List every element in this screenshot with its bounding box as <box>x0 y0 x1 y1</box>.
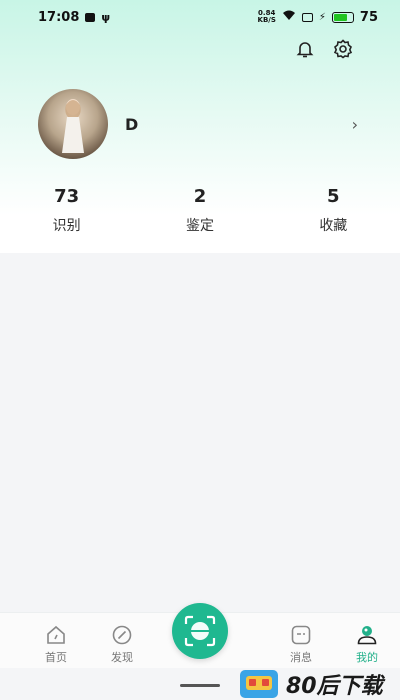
nav-home[interactable]: 首页 <box>23 613 89 668</box>
nav-label: 我的 <box>355 651 378 664</box>
compass-icon <box>112 625 132 645</box>
stat-label: 鉴定 <box>185 218 214 234</box>
nav-label: 消息 <box>290 651 313 664</box>
nav-discover[interactable]: 发现 <box>89 613 155 668</box>
status-left: 17:08 ψ <box>38 10 110 25</box>
watermark-text: 80后下载 <box>286 673 383 699</box>
stat-label: 识别 <box>52 218 81 234</box>
screen-icon <box>301 12 313 22</box>
status-right: 0.84 KB/S ⚡ 75 <box>258 10 378 25</box>
profile-row[interactable]: D › <box>38 89 358 159</box>
bell-icon[interactable] <box>294 38 316 60</box>
header-actions <box>294 38 354 60</box>
scan-button[interactable] <box>172 603 228 659</box>
chevron-right-icon[interactable]: › <box>352 115 358 134</box>
status-bar: 17:08 ψ 0.84 KB/S ⚡ 75 <box>0 0 400 34</box>
nav-label: 首页 <box>44 651 67 664</box>
battery-level: 75 <box>359 9 378 25</box>
stat-value: 73 <box>54 186 80 207</box>
battery-fill <box>333 13 348 21</box>
stat-favorites[interactable]: 5 收藏 <box>267 186 400 235</box>
home-indicator <box>180 684 220 687</box>
home-icon <box>47 625 65 644</box>
notification-app-icon <box>85 12 96 22</box>
nav-profile[interactable]: 我的 <box>334 613 400 668</box>
content-area <box>0 253 400 612</box>
message-icon <box>291 625 311 645</box>
wifi-icon <box>282 10 296 25</box>
stats-row: 73 识别 2 鉴定 5 收藏 <box>0 186 400 235</box>
watermark: 80后下载 <box>240 667 400 700</box>
status-time: 17:08 <box>38 9 80 25</box>
profile-icon <box>357 626 377 645</box>
nav-messages[interactable]: 消息 <box>268 613 334 668</box>
battery-icon <box>331 11 354 23</box>
charging-icon: ⚡ <box>318 11 326 23</box>
usb-icon: ψ <box>101 10 111 24</box>
gear-icon[interactable] <box>332 38 354 60</box>
stat-value: 2 <box>193 186 207 207</box>
stat-value: 5 <box>327 186 340 207</box>
watermark-logo-icon <box>240 669 278 698</box>
network-speed: 0.84 KB/S <box>258 10 276 24</box>
stat-appraised[interactable]: 2 鉴定 <box>133 186 266 235</box>
nav-label: 发现 <box>110 651 133 664</box>
stat-label: 收藏 <box>319 218 348 234</box>
scan-icon <box>184 615 216 647</box>
username: D <box>125 114 139 134</box>
avatar[interactable] <box>38 89 108 159</box>
network-speed-unit: KB/S <box>257 16 276 24</box>
avatar-figure <box>62 99 84 153</box>
stat-recognized[interactable]: 73 识别 <box>0 186 133 235</box>
